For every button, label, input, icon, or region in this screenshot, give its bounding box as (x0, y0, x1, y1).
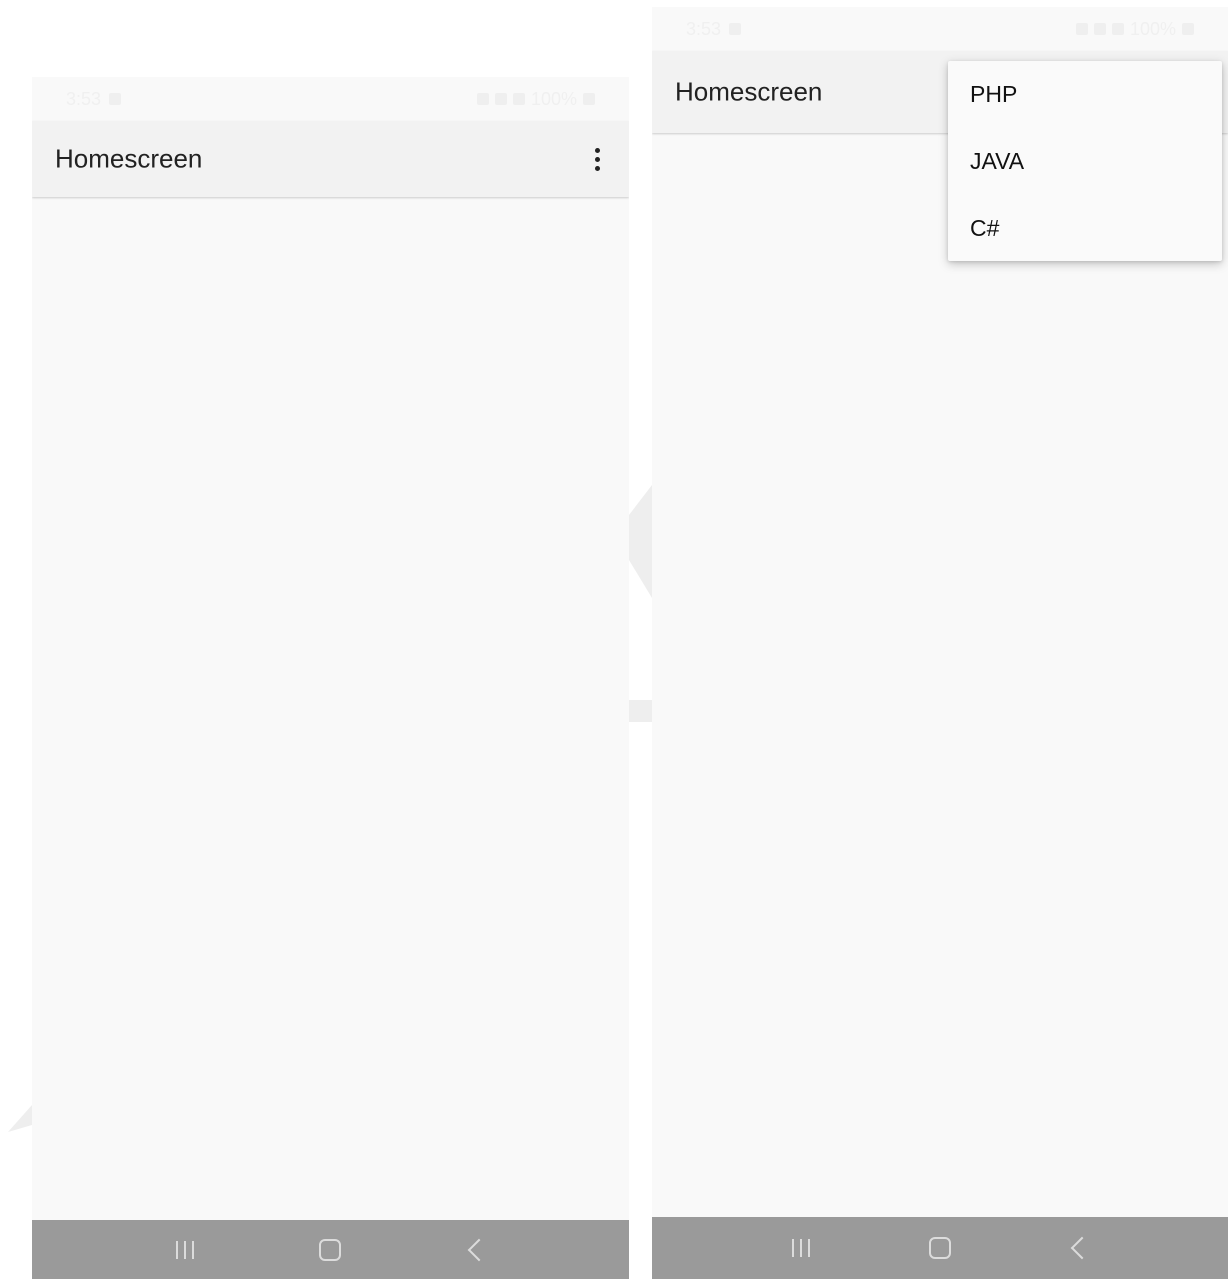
battery-percent: 100% (1129, 18, 1176, 39)
recents-icon (792, 1239, 811, 1257)
signal-icon (512, 93, 525, 105)
home-icon (928, 1237, 951, 1259)
left-phone-screen: 3:53 100% Homescreen (32, 77, 629, 1279)
status-bar: 3:53 100% (32, 77, 629, 121)
navigation-bar (652, 1217, 1228, 1279)
recents-icon (175, 1240, 194, 1259)
back-button[interactable] (1049, 1228, 1109, 1268)
battery-icon (1182, 23, 1194, 35)
recents-button[interactable] (771, 1228, 831, 1268)
navigation-bar (32, 1220, 629, 1279)
status-time: 3:53 (66, 88, 102, 109)
battery-percent: 100% (530, 88, 577, 109)
back-icon (1070, 1236, 1093, 1260)
notification-icon (1075, 23, 1088, 35)
status-time: 3:53 (686, 18, 722, 39)
home-button[interactable] (300, 1230, 360, 1270)
home-icon (319, 1238, 342, 1261)
back-button[interactable] (446, 1230, 506, 1270)
home-button[interactable] (910, 1228, 970, 1268)
page-title: Homescreen (675, 76, 823, 107)
wifi-icon (1093, 23, 1106, 35)
overflow-menu: PHP JAVA C# (948, 61, 1222, 261)
gallery-icon (729, 23, 742, 35)
wifi-icon (494, 93, 507, 105)
right-phone-screen: 3:53 100% Homescreen PHP JAVA C# (652, 7, 1228, 1279)
status-bar: 3:53 100% (652, 7, 1228, 51)
menu-item-java[interactable]: JAVA (948, 128, 1222, 195)
page-title: Homescreen (55, 143, 203, 174)
notification-icon (476, 93, 489, 105)
battery-icon (583, 93, 595, 105)
menu-item-csharp[interactable]: C# (948, 195, 1222, 262)
gallery-icon (109, 93, 122, 105)
more-vert-icon[interactable] (585, 143, 609, 175)
recents-button[interactable] (155, 1230, 215, 1270)
app-bar: Homescreen (32, 121, 629, 197)
back-icon (467, 1238, 491, 1261)
signal-icon (1111, 23, 1124, 35)
menu-item-php[interactable]: PHP (948, 61, 1222, 128)
